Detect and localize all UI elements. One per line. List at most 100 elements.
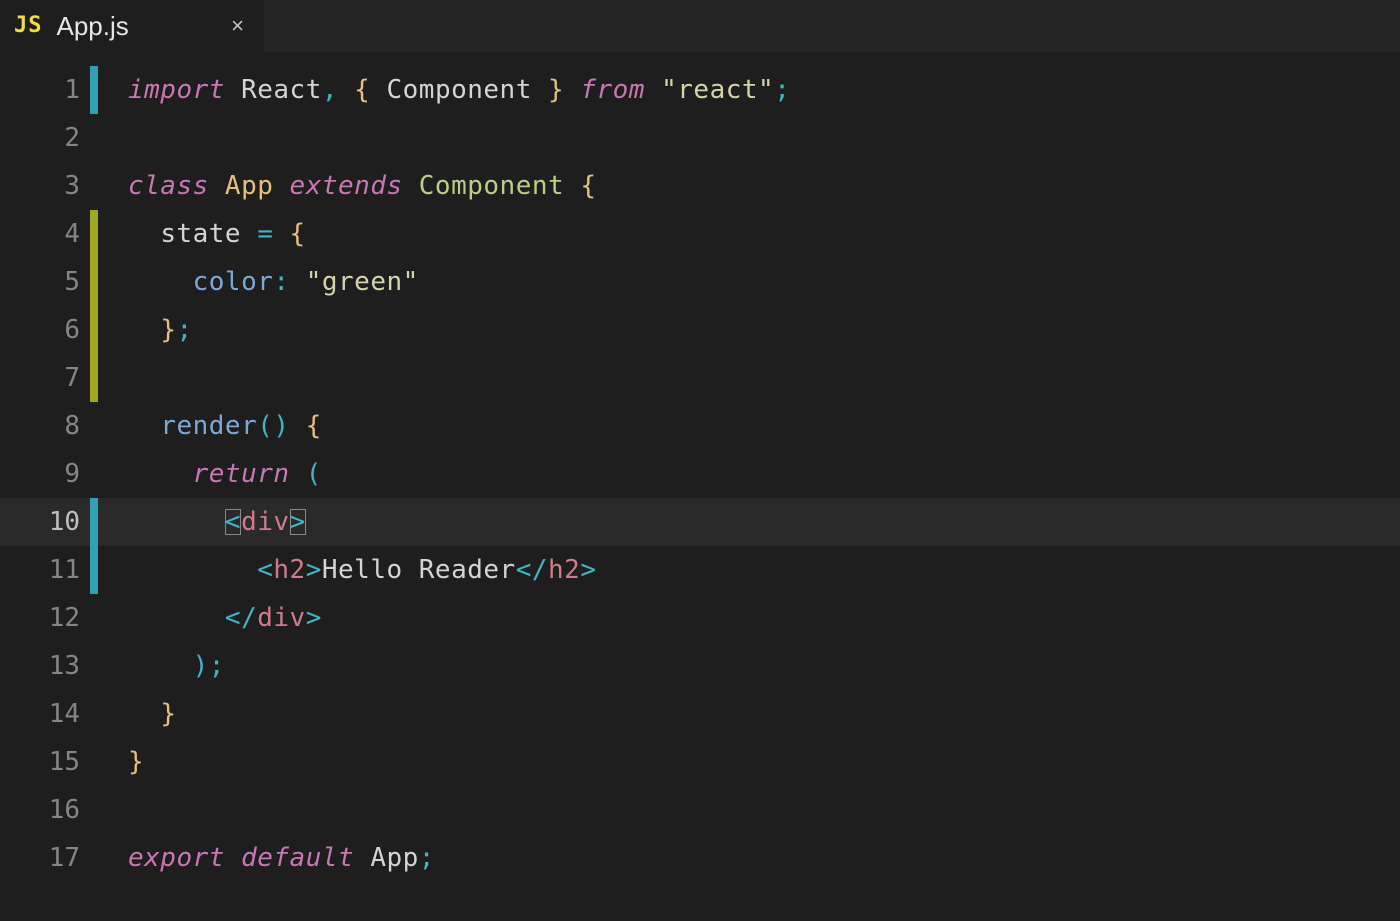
code-token: div xyxy=(241,509,289,535)
js-file-icon: JS xyxy=(14,15,43,37)
line-number: 17 xyxy=(0,845,90,871)
code-line[interactable]: 3class App extends Component { xyxy=(0,162,1400,210)
gutter-change-marker xyxy=(90,786,98,834)
code-line[interactable]: 10 <div> xyxy=(0,498,1400,546)
gutter-change-marker xyxy=(90,306,98,354)
code-token: ; xyxy=(209,653,225,679)
code-token: ) xyxy=(193,653,209,679)
code-line[interactable]: 4 state = { xyxy=(0,210,1400,258)
line-number: 2 xyxy=(0,125,90,151)
code-content[interactable]: <h2>Hello Reader</h2> xyxy=(98,546,596,594)
line-number: 9 xyxy=(0,461,90,487)
code-token: extends xyxy=(290,173,419,199)
code-token: render xyxy=(160,413,257,439)
gutter-change-marker xyxy=(90,210,98,258)
code-token: Component xyxy=(386,77,531,103)
gutter-change-marker xyxy=(90,834,98,882)
code-token: "green" xyxy=(306,269,419,295)
close-icon[interactable]: × xyxy=(231,15,244,37)
code-content[interactable]: } xyxy=(98,690,176,738)
code-token: </ xyxy=(225,605,257,631)
code-content[interactable]: class App extends Component { xyxy=(98,162,596,210)
code-line[interactable]: 8 render() { xyxy=(0,402,1400,450)
code-line[interactable]: 1import React, { Component } from "react… xyxy=(0,66,1400,114)
code-token: , xyxy=(322,77,354,103)
line-number: 12 xyxy=(0,605,90,631)
gutter-change-marker xyxy=(90,642,98,690)
code-token: < xyxy=(257,557,273,583)
code-content[interactable]: } xyxy=(98,738,144,786)
gutter-change-marker xyxy=(90,258,98,306)
gutter-change-marker xyxy=(90,354,98,402)
line-number: 14 xyxy=(0,701,90,727)
code-token: div xyxy=(257,605,305,631)
code-line[interactable]: 12 </div> xyxy=(0,594,1400,642)
code-token: App xyxy=(225,173,290,199)
line-number: 11 xyxy=(0,557,90,583)
line-number: 4 xyxy=(0,221,90,247)
code-content[interactable]: }; xyxy=(98,306,193,354)
code-token: "react" xyxy=(661,77,774,103)
code-content[interactable]: color: "green" xyxy=(98,258,419,306)
code-line[interactable]: 9 return ( xyxy=(0,450,1400,498)
code-token: { xyxy=(306,413,322,439)
gutter-change-marker xyxy=(90,402,98,450)
code-token: Component xyxy=(419,173,581,199)
code-line[interactable]: 17 export default App; xyxy=(0,834,1400,882)
code-token: from xyxy=(580,77,661,103)
code-token: ; xyxy=(774,77,790,103)
code-line[interactable]: 13 ); xyxy=(0,642,1400,690)
code-content[interactable]: import React, { Component } from "react"… xyxy=(98,66,790,114)
code-content[interactable] xyxy=(98,354,128,402)
code-line[interactable]: 6 }; xyxy=(0,306,1400,354)
code-token: { xyxy=(290,221,306,247)
code-token: { xyxy=(580,173,596,199)
code-content[interactable]: return ( xyxy=(98,450,322,498)
code-token: () xyxy=(257,413,305,439)
code-token: } xyxy=(532,77,580,103)
code-token: > xyxy=(580,557,596,583)
code-content[interactable] xyxy=(98,786,128,834)
code-line[interactable]: 7 xyxy=(0,354,1400,402)
tab-filename: App.js xyxy=(57,13,129,39)
code-content[interactable]: export default App; xyxy=(98,834,435,882)
gutter-change-marker xyxy=(90,66,98,114)
code-line[interactable]: 2 xyxy=(0,114,1400,162)
code-content[interactable]: </div> xyxy=(98,594,322,642)
code-content[interactable]: state = { xyxy=(98,210,306,258)
gutter-change-marker xyxy=(90,594,98,642)
code-token: import xyxy=(128,77,241,103)
code-token: default xyxy=(241,845,370,871)
line-number: 15 xyxy=(0,749,90,775)
code-line[interactable]: 16 xyxy=(0,786,1400,834)
line-number: 6 xyxy=(0,317,90,343)
code-line[interactable]: 5 color: "green" xyxy=(0,258,1400,306)
code-content[interactable]: ); xyxy=(98,642,225,690)
code-token: } xyxy=(160,701,176,727)
code-token: App xyxy=(370,845,418,871)
code-line[interactable]: 14 } xyxy=(0,690,1400,738)
gutter-change-marker xyxy=(90,450,98,498)
code-line[interactable]: 11 <h2>Hello Reader</h2> xyxy=(0,546,1400,594)
code-token: class xyxy=(128,173,225,199)
code-token: ( xyxy=(306,461,322,487)
code-token: </ xyxy=(516,557,548,583)
line-number: 5 xyxy=(0,269,90,295)
code-line[interactable]: 15} xyxy=(0,738,1400,786)
code-token: > xyxy=(306,557,322,583)
tab-app-js[interactable]: JS App.js × xyxy=(0,0,264,52)
code-token: < xyxy=(225,509,241,535)
gutter-change-marker xyxy=(90,546,98,594)
code-content[interactable]: <div> xyxy=(98,498,306,546)
code-token: > xyxy=(306,605,322,631)
code-content[interactable] xyxy=(98,114,128,162)
code-editor[interactable]: 1import React, { Component } from "react… xyxy=(0,52,1400,882)
code-token: > xyxy=(290,509,306,535)
code-token: Hello Reader xyxy=(322,557,516,583)
code-content[interactable]: render() { xyxy=(98,402,322,450)
code-token: export xyxy=(128,845,241,871)
gutter-change-marker xyxy=(90,690,98,738)
code-token: React xyxy=(241,77,322,103)
code-token: ; xyxy=(419,845,435,871)
code-token: h2 xyxy=(273,557,305,583)
